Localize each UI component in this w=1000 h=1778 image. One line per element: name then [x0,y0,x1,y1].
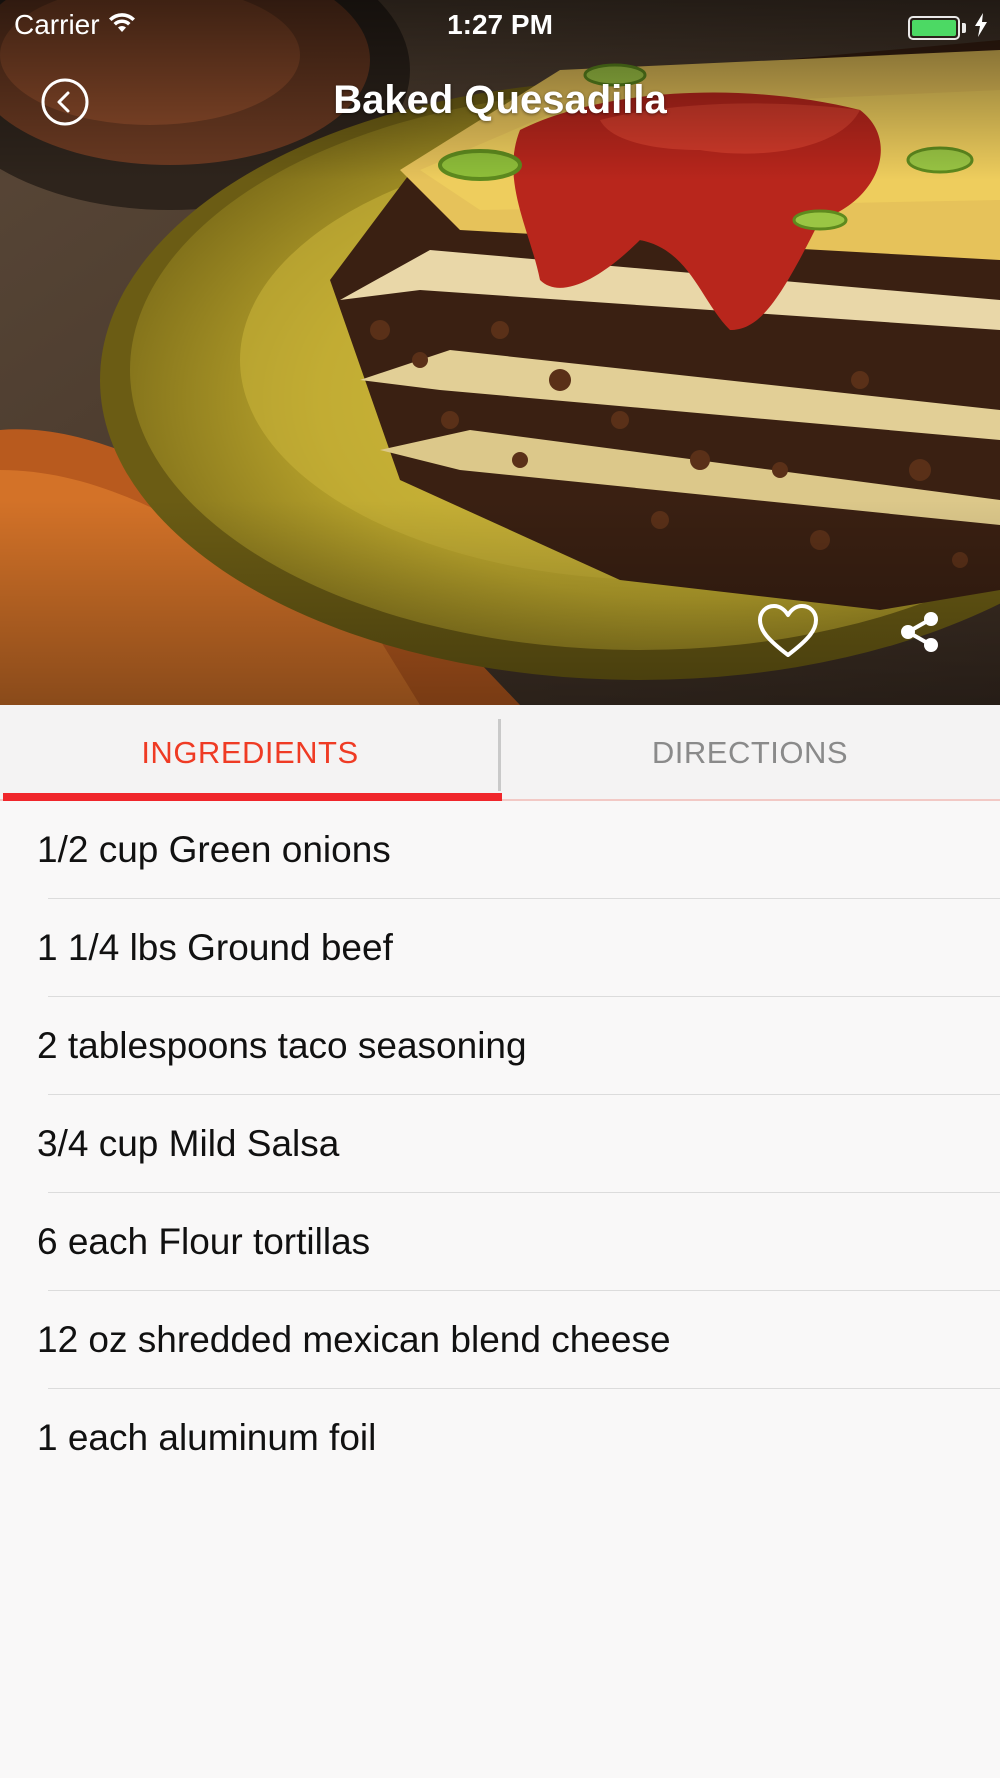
tab-ingredients[interactable]: INGREDIENTS [0,705,500,801]
heart-outline-icon [758,604,818,657]
status-bar: Carrier 1:27 PM [0,0,1000,50]
bolt-icon [974,12,988,44]
battery-tip [962,23,966,33]
ingredient-item[interactable]: 3/4 cup Mild Salsa [0,1095,1000,1193]
favorite-button[interactable] [757,603,819,659]
battery-level-fill [912,20,956,36]
battery-icon [908,16,960,40]
selected-tab-indicator [3,793,502,801]
ingredient-item[interactable]: 12 oz shredded mexican blend cheese [0,1291,1000,1389]
battery-indicator [908,12,988,44]
status-time: 1:27 PM [447,9,553,40]
ingredient-item[interactable]: 1 1/4 lbs Ground beef [0,899,1000,997]
ingredient-item[interactable]: 2 tablespoons taco seasoning [0,997,1000,1095]
ingredient-item[interactable]: 6 each Flour tortillas [0,1193,1000,1291]
ingredient-list: 1/2 cup Green onions 1 1/4 lbs Ground be… [0,801,1000,1487]
ingredient-item[interactable]: 1/2 cup Green onions [0,801,1000,899]
share-icon [901,612,938,652]
page-title: Baked Quesadilla [333,78,667,122]
tab-directions[interactable]: DIRECTIONS [500,705,1000,801]
share-button[interactable] [898,610,942,654]
ingredient-item[interactable]: 1 each aluminum foil [0,1389,1000,1487]
recipe-tabs: INGREDIENTS DIRECTIONS [0,705,1000,801]
